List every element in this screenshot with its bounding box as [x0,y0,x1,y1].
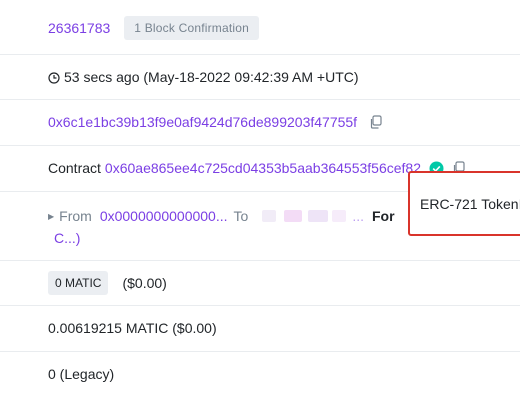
from-label: From [59,208,92,224]
divider [0,54,520,55]
gas-price-text: 0 (Legacy) [48,366,115,382]
value-usd: ($0.00) [122,275,167,291]
redacted-address [262,210,347,222]
contract-address-link[interactable]: 0x60ae865ee4c725cd04353b5aab364553f56cef… [105,160,421,176]
token-contract-name-link[interactable]: C...) [54,230,80,246]
divider [0,145,520,146]
contract-prefix: Contract [48,160,101,176]
fee-row: 0.00619215 MATIC ($0.00) [0,309,520,347]
divider [0,305,520,306]
token-type-highlight: ERC-721 TokenI [408,171,520,236]
divider [0,99,520,100]
divider [0,260,520,261]
value-row: 0 MATIC ($0.00) [0,264,520,302]
clock-icon [48,71,60,84]
from-address-link[interactable]: 0x6c1e1bc39b13f9e0af9424d76de899203f4775… [48,114,357,130]
fee-text: 0.00619215 MATIC ($0.00) [48,320,217,336]
token-type-text: ERC-721 TokenI [420,195,520,212]
token-from-link[interactable]: 0x0000000000000... [100,208,228,224]
matic-value-badge: 0 MATIC [48,271,109,295]
caret-right-icon: ▶ [48,211,55,221]
block-confirmation-badge: 1 Block Confirmation [124,16,260,40]
for-label: For [371,208,395,224]
token-to-link[interactable]: ... [352,208,364,224]
timestamp-row: 53 secs ago (May-18-2022 09:42:39 AM +UT… [0,58,520,96]
block-row: 26361783 1 Block Confirmation [0,8,520,48]
from-row: 0x6c1e1bc39b13f9e0af9424d76de899203f4775… [0,103,520,141]
divider [0,351,520,352]
copy-icon[interactable] [369,115,383,129]
to-label: To [233,208,249,224]
block-number-link[interactable]: 26361783 [48,20,110,36]
timestamp-text: 53 secs ago (May-18-2022 09:42:39 AM +UT… [64,69,359,85]
gas-price-row: 0 (Legacy) [0,355,520,393]
